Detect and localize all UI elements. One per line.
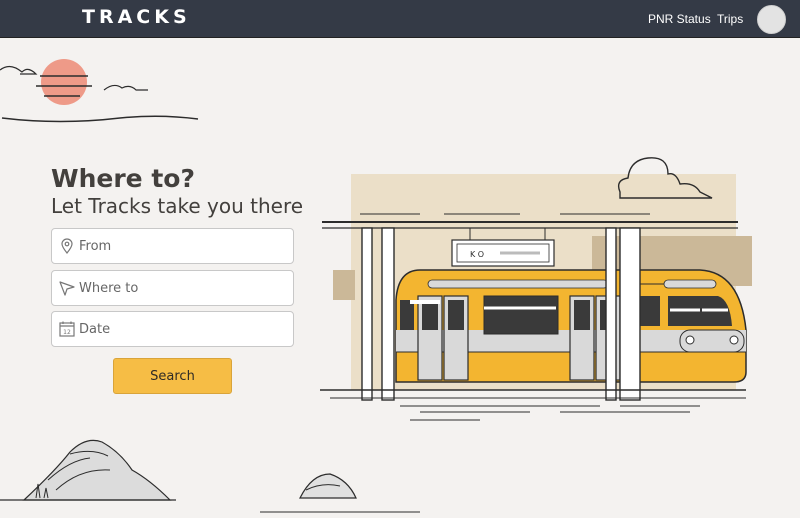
station-sign-text: K O (470, 250, 484, 259)
destination-field[interactable] (51, 270, 294, 306)
date-input[interactable] (79, 312, 287, 346)
mountain-illustration (0, 439, 420, 513)
hero-subtitle: Let Tracks take you there (51, 194, 304, 218)
sun-illustration (0, 59, 199, 123)
navigation-arrow-icon (59, 281, 75, 296)
date-field[interactable]: 12 (51, 311, 294, 347)
calendar-icon: 12 (59, 321, 75, 337)
search-button[interactable]: Search (113, 358, 232, 394)
from-input[interactable] (79, 229, 287, 263)
calendar-icon-text: 12 (63, 329, 71, 336)
location-pin-icon (61, 238, 73, 254)
from-field[interactable] (51, 228, 294, 264)
destination-input[interactable] (79, 271, 287, 305)
station-illustration: K O (320, 157, 752, 421)
hero-title: Where to? (51, 164, 195, 193)
